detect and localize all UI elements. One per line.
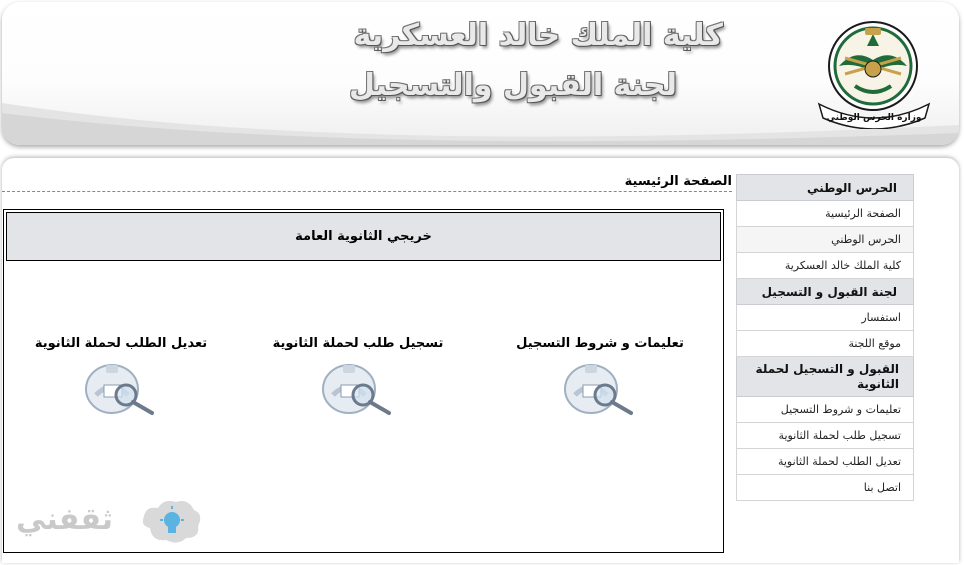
lightbulb-icon xyxy=(142,500,201,543)
watermark: ثقفني xyxy=(14,496,214,556)
national-guard-emblem-logo: وزارة الحرس الوطني xyxy=(817,21,931,129)
committee-title: لجنة القبول والتسجيل xyxy=(348,68,677,103)
header-banner: كلية الملك خالد العسكرية لجنة القبول وال… xyxy=(2,2,959,145)
sidebar-item-home[interactable]: الصفحة الرئيسية xyxy=(736,201,914,227)
sidebar-item-contact[interactable]: اتصل بنا xyxy=(736,475,914,501)
emblem-search-icon[interactable] xyxy=(82,359,160,417)
link-instructions-label[interactable]: تعليمات و شروط التسجيل xyxy=(500,336,700,351)
link-instructions[interactable]: تعليمات و شروط التسجيل xyxy=(500,336,700,417)
link-edit-application[interactable]: تعديل الطلب لحملة الثانوية xyxy=(21,336,221,417)
sidebar-heading-secondary-admission: القبول و التسجيل لحملة الثانوية xyxy=(736,357,914,397)
sidebar-item-committee-site[interactable]: موقع اللجنة xyxy=(736,331,914,357)
link-edit-application-label[interactable]: تعديل الطلب لحملة الثانوية xyxy=(21,336,221,351)
emblem-search-icon[interactable] xyxy=(561,359,639,417)
section-heading: خريجي الثانوية العامة xyxy=(6,212,721,261)
sidebar-item-inquiry[interactable]: استفسار xyxy=(736,305,914,331)
emblem-search-icon[interactable] xyxy=(319,359,397,417)
college-title: كلية الملك خالد العسكرية xyxy=(353,18,723,53)
watermark-text: ثقفني xyxy=(16,502,114,537)
sidebar-heading-national-guard: الحرس الوطني xyxy=(736,174,914,201)
sidebar-item-college[interactable]: كلية الملك خالد العسكرية xyxy=(736,253,914,279)
link-register-label[interactable]: تسجيل طلب لحملة الثانوية xyxy=(258,336,458,351)
title-divider xyxy=(2,191,732,192)
page-title: الصفحة الرئيسية xyxy=(624,174,732,189)
link-register[interactable]: تسجيل طلب لحملة الثانوية xyxy=(258,336,458,417)
sidebar-heading-admission-committee: لجنة القبول و التسجيل xyxy=(736,279,914,305)
sidebar-item-instructions[interactable]: تعليمات و شروط التسجيل xyxy=(736,397,914,423)
sidebar-item-register[interactable]: تسجيل طلب لحملة الثانوية xyxy=(736,423,914,449)
sidebar-item-edit-application[interactable]: تعديل الطلب لحملة الثانوية xyxy=(736,449,914,475)
emblem-caption: وزارة الحرس الوطني xyxy=(827,113,922,123)
sidebar-nav: الحرس الوطني الصفحة الرئيسية الحرس الوطن… xyxy=(736,174,914,501)
sidebar-item-national-guard[interactable]: الحرس الوطني xyxy=(736,227,914,253)
